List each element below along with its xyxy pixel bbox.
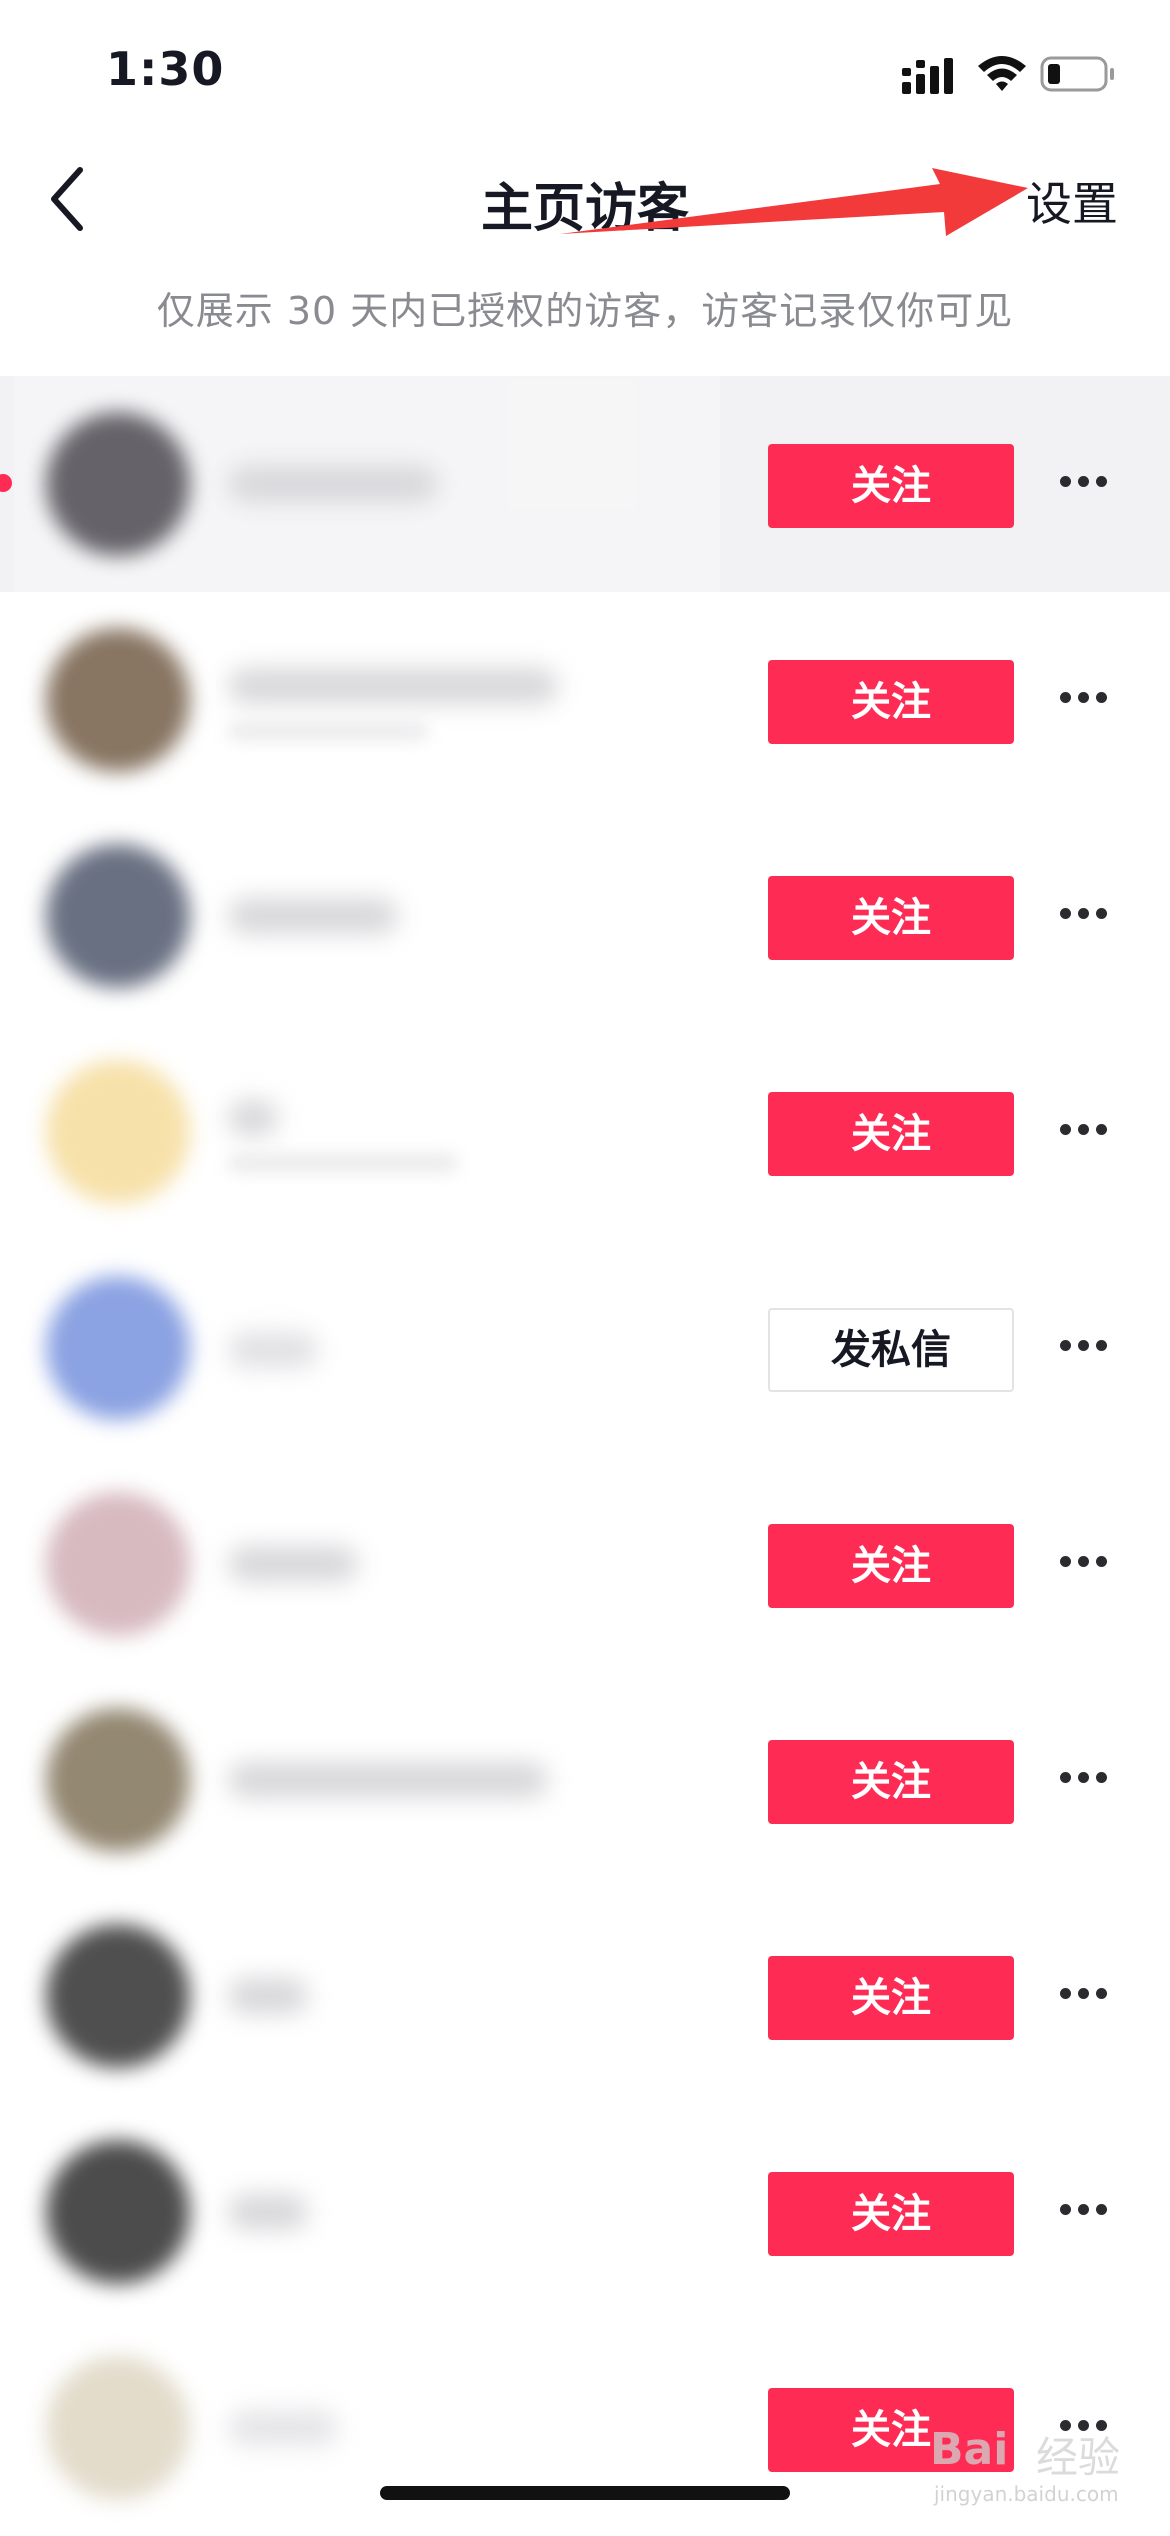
username-blurred bbox=[228, 466, 438, 502]
avatar[interactable] bbox=[46, 1924, 190, 2068]
more-icon[interactable] bbox=[1060, 2200, 1120, 2224]
more-icon[interactable] bbox=[1060, 1768, 1120, 1792]
follow-button[interactable]: 关注 bbox=[768, 1956, 1014, 2040]
visitor-row[interactable]: 关注 bbox=[0, 1024, 1170, 1240]
username-blurred bbox=[228, 1978, 308, 2014]
nav-bar: 主页访客 设置 bbox=[0, 140, 1170, 260]
watermark-brand: Bai bbox=[930, 2424, 1009, 2475]
username-blurred bbox=[228, 1100, 278, 1136]
follow-button[interactable]: 关注 bbox=[768, 660, 1014, 744]
more-icon[interactable] bbox=[1060, 1336, 1120, 1360]
avatar[interactable] bbox=[46, 2356, 190, 2500]
watermark-url: jingyan.baidu.com bbox=[934, 2482, 1119, 2506]
follow-button[interactable]: 关注 bbox=[768, 2172, 1014, 2256]
watermark-brand-cn: 经验 bbox=[1036, 2433, 1121, 2482]
more-icon[interactable] bbox=[1060, 1984, 1120, 2008]
more-icon[interactable] bbox=[1060, 1552, 1120, 1576]
follow-button[interactable]: 关注 bbox=[768, 1092, 1014, 1176]
username-blurred bbox=[228, 2194, 308, 2230]
visitor-row[interactable]: 关注 bbox=[0, 1672, 1170, 1888]
more-icon[interactable] bbox=[1060, 472, 1120, 496]
status-time: 1:30 bbox=[106, 42, 225, 96]
more-icon[interactable] bbox=[1060, 688, 1120, 712]
signal-icon bbox=[902, 58, 953, 94]
avatar[interactable] bbox=[46, 1276, 190, 1420]
baidu-watermark: Bai 经验 jingyan.baidu.com bbox=[890, 2410, 1140, 2510]
username-blurred bbox=[228, 1332, 318, 1368]
username-blurred bbox=[228, 1762, 548, 1798]
visitor-row[interactable]: 关注 bbox=[0, 2104, 1170, 2320]
user-desc-blurred bbox=[228, 1154, 458, 1172]
visitor-row[interactable]: 关注 bbox=[0, 376, 1170, 592]
subtitle: 仅展示 30 天内已授权的访客，访客记录仅你可见 bbox=[156, 289, 1014, 333]
visitor-row[interactable]: 关注 bbox=[0, 1888, 1170, 2104]
visitor-row[interactable]: 关注 bbox=[0, 1456, 1170, 1672]
follow-button[interactable]: 关注 bbox=[768, 444, 1014, 528]
visitor-row[interactable]: 关注 bbox=[0, 592, 1170, 808]
avatar[interactable] bbox=[46, 1492, 190, 1636]
more-icon[interactable] bbox=[1060, 904, 1120, 928]
visitor-row[interactable]: 关注 bbox=[0, 808, 1170, 1024]
settings-button[interactable]: 设置 bbox=[1026, 168, 1118, 234]
follow-button[interactable]: 关注 bbox=[768, 1740, 1014, 1824]
page-title: 主页访客 bbox=[480, 179, 689, 239]
avatar[interactable] bbox=[46, 2140, 190, 2284]
avatar[interactable] bbox=[46, 628, 190, 772]
unread-dot bbox=[0, 474, 12, 492]
status-bar: 1:30 bbox=[0, 0, 1170, 140]
user-desc-blurred bbox=[228, 722, 428, 740]
avatar[interactable] bbox=[46, 412, 190, 556]
avatar[interactable] bbox=[46, 1708, 190, 1852]
avatar[interactable] bbox=[46, 844, 190, 988]
follow-button[interactable]: 关注 bbox=[768, 1524, 1014, 1608]
username-blurred bbox=[228, 1546, 358, 1582]
battery-icon bbox=[1040, 56, 1114, 92]
wifi-icon bbox=[978, 56, 1026, 91]
follow-button[interactable]: 关注 bbox=[768, 876, 1014, 960]
visitor-row[interactable]: 发私信 bbox=[0, 1240, 1170, 1456]
avatar[interactable] bbox=[46, 1060, 190, 1204]
message-button[interactable]: 发私信 bbox=[768, 1308, 1014, 1392]
home-indicator bbox=[380, 2486, 790, 2500]
username-blurred bbox=[228, 898, 398, 934]
visitor-list: 关注 关注 关注 关注 发私信 关注 关注 关注 关注 关注 bbox=[0, 376, 1170, 2536]
more-icon[interactable] bbox=[1060, 1120, 1120, 1144]
username-blurred bbox=[228, 2410, 338, 2446]
username-blurred bbox=[228, 668, 558, 704]
